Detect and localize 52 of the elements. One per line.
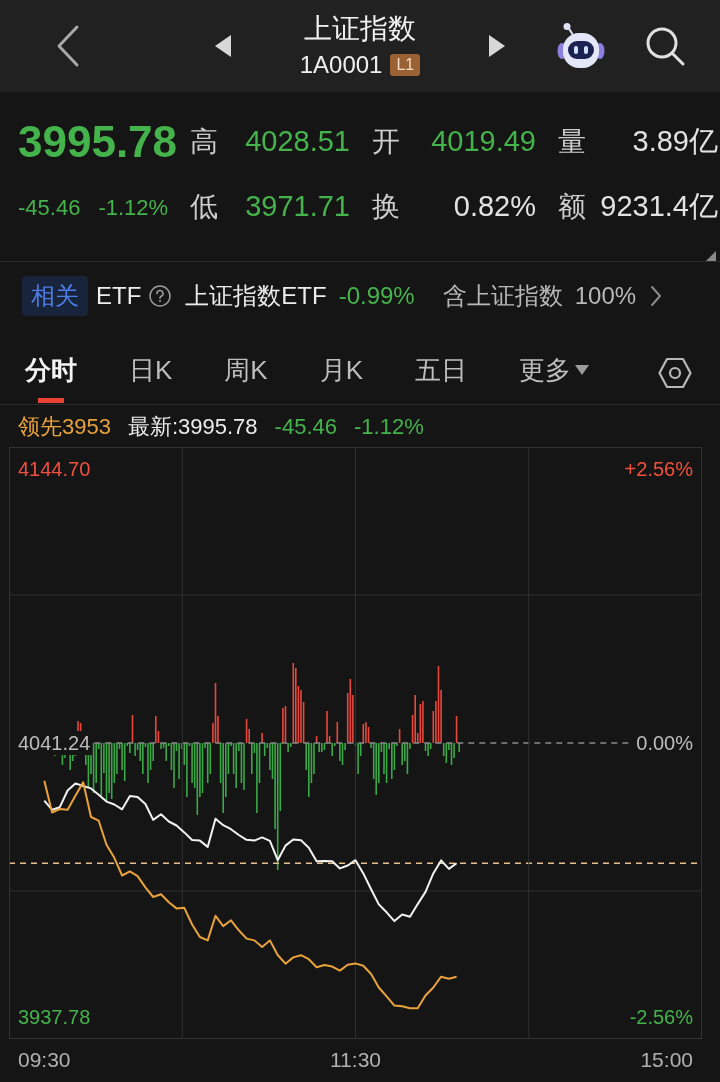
stat-value: 3971.71 (245, 189, 350, 225)
etf-name[interactable]: 上证指数ETF (185, 278, 327, 314)
related-tag: 相关 (22, 276, 88, 316)
chart-tab[interactable]: 更多 (519, 352, 590, 404)
percent-change: -1.12% (98, 193, 169, 222)
holding-percent: 100% (574, 281, 637, 311)
holding-label: 含上证指数 (442, 281, 563, 311)
time-axis-label: 09:30 (18, 1048, 71, 1071)
stat-value: 4019.49 (431, 124, 536, 160)
level-badge: L1 (390, 54, 421, 76)
stat-label: 量 (558, 125, 586, 159)
price-axis-label: 4144.70 (18, 458, 91, 480)
corner-triangle-icon[interactable] (706, 251, 716, 261)
index-code: 1A0001 (299, 50, 383, 80)
caret-down-icon (575, 365, 590, 375)
settings-icon[interactable] (658, 357, 692, 389)
price-axis-label: 4041.24 (18, 732, 91, 754)
chart-tab[interactable]: 月K (319, 352, 364, 404)
etf-change: -0.99% (338, 281, 415, 311)
stat-value: 0.82% (453, 189, 536, 225)
chart-tab[interactable]: 日K (129, 352, 173, 404)
last-price: 3995.78 (18, 116, 179, 168)
leading-label: 领先3953 (18, 412, 111, 441)
time-axis-label: 11:30 (330, 1048, 381, 1071)
legend-change: -45.46 (274, 412, 337, 441)
stat-label: 开 (372, 125, 400, 159)
back-icon[interactable] (55, 24, 81, 68)
percent-axis-label: +2.56% (624, 458, 693, 480)
help-icon[interactable] (149, 285, 172, 307)
index-title: 上证指数 (304, 12, 416, 46)
stat-label: 额 (558, 190, 586, 224)
search-icon[interactable] (644, 25, 686, 67)
stat-value: 3.89亿 (632, 124, 718, 160)
latest-label: 最新:3995.78 (127, 412, 258, 441)
stat-label: 低 (190, 190, 218, 224)
etf-label: ETF (96, 281, 142, 311)
price-axis-label: 3937.78 (18, 1006, 91, 1028)
stat-label: 高 (190, 125, 218, 159)
price-change: -45.46 (18, 193, 81, 222)
stat-value: 9231.4亿 (600, 189, 718, 225)
chevron-right-icon[interactable] (650, 285, 663, 307)
stat-value: 4028.51 (245, 124, 350, 160)
next-triangle-icon[interactable] (489, 35, 505, 57)
time-axis-label: 15:00 (640, 1048, 693, 1071)
percent-axis-label: -2.56% (629, 1006, 693, 1028)
percent-axis-label: 0.00% (636, 732, 693, 754)
previous-triangle-icon[interactable] (215, 35, 231, 57)
stat-label: 换 (372, 190, 400, 224)
legend-percent: -1.12% (354, 412, 424, 441)
robot-icon[interactable] (557, 22, 605, 70)
chart-tab[interactable]: 周K (224, 352, 268, 404)
chart-tab[interactable]: 五日 (415, 352, 468, 404)
